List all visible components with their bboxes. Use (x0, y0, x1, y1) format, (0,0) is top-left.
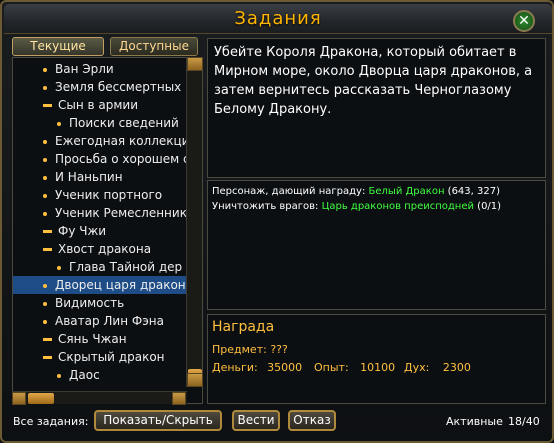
money-line: Деньги: 35000 (212, 361, 302, 374)
title-bar[interactable]: Задания ✕ (4, 4, 552, 34)
quest-tree-label: Ученик Ремесленника (55, 206, 187, 220)
bullet-icon (43, 283, 47, 288)
quest-tree-label: Фу Чжи (58, 224, 107, 238)
quest-tree-item[interactable]: Поиски сведений (13, 114, 187, 132)
quest-tree-item[interactable]: Видимость (13, 294, 187, 312)
quest-tree-item[interactable]: Сын в армии (13, 96, 187, 114)
item-value: ??? (270, 343, 288, 356)
collapse-icon[interactable] (43, 230, 52, 233)
quest-tree: Ван Эрли Земля бессмертных Сын в армии Поис… (12, 57, 203, 404)
active-count: 18/40 (508, 415, 540, 428)
reward-title: Награда (212, 319, 275, 335)
quest-tree-item[interactable]: И Наньпин (13, 168, 187, 186)
close-icon: ✕ (518, 13, 530, 29)
quest-tree-item[interactable]: Фу Чжи (13, 222, 187, 240)
bullet-icon (43, 139, 47, 144)
quest-tree-item[interactable]: Ван Эрли (13, 60, 187, 78)
close-button[interactable]: ✕ (513, 10, 535, 32)
toggle-button[interactable]: Показать/Скрыть (94, 410, 222, 431)
exp-label: Опыт: (314, 361, 349, 374)
reward-panel: Награда Предмет: ??? Деньги: 35000 Опыт:… (207, 314, 546, 404)
quest-tree-label: Сын в армии (58, 98, 139, 112)
quest-tree-label: Скрытый дракон (58, 350, 165, 364)
kill-label: Уничтожить врагов: (212, 201, 319, 212)
quest-tree-item[interactable]: Просьба о хорошем сн (13, 150, 187, 168)
quest-tree-item[interactable]: Земля бессмертных (13, 78, 187, 96)
bullet-icon (43, 175, 47, 180)
kill-progress: (0/1) (477, 201, 502, 212)
quest-tree-label: Ван Эрли (55, 62, 114, 76)
quest-tree-label: Хвост дракона (58, 242, 152, 256)
collapse-icon[interactable] (43, 338, 52, 341)
spirit-line: Дух: 2300 (404, 361, 471, 374)
quest-tree-label: Земля бессмертных (55, 80, 182, 94)
hscroll-thumb[interactable] (28, 393, 54, 404)
bullet-icon (43, 319, 47, 324)
quest-tree-item[interactable]: Глава Тайной дер (13, 258, 187, 276)
quest-tree-item[interactable]: Ученик портного (13, 186, 187, 204)
money-label: Деньги: (212, 361, 258, 374)
quest-tree-label: Аватар Лин Фэна (55, 314, 165, 328)
track-button[interactable]: Вести (232, 410, 280, 431)
kill-target[interactable]: Царь драконов преисподней (322, 201, 474, 212)
giver-line: Персонаж, дающий награду: Белый Дракон (… (212, 184, 541, 199)
quest-tree-item[interactable]: Дворец царя драконов (13, 276, 187, 294)
quest-tree-item[interactable]: Скрытый дракон (13, 348, 187, 366)
quest-tree-item[interactable]: Сянь Чжан (13, 330, 187, 348)
exp-value: 10100 (360, 361, 396, 374)
bullet-icon (43, 301, 47, 306)
collapse-icon[interactable] (43, 356, 52, 359)
bullet-icon (57, 373, 61, 378)
scroll-down-arrow[interactable] (187, 373, 203, 387)
exp-line: Опыт: 10100 (314, 361, 395, 374)
quest-tree-label: Ученик портного (55, 188, 163, 202)
item-label: Предмет: (212, 343, 267, 356)
horizontal-scrollbar[interactable] (12, 391, 187, 405)
active-label: Активные (446, 415, 503, 428)
quest-tree-label: Глава Тайной дер (69, 260, 183, 274)
scroll-up-arrow[interactable] (187, 57, 203, 71)
kill-line: Уничтожить врагов: Царь драконов преиспо… (212, 199, 541, 214)
scroll-left-arrow[interactable] (12, 392, 26, 405)
money-value: 35000 (267, 361, 303, 374)
collapse-icon[interactable] (43, 248, 52, 251)
quest-info: Персонаж, дающий награду: Белый Дракон (… (207, 180, 546, 310)
tab-available[interactable]: Доступные (110, 37, 198, 56)
quest-tree-item[interactable]: Даос (13, 366, 187, 384)
quest-tree-item[interactable]: Хвост дракона (13, 240, 187, 258)
bullet-icon (43, 85, 47, 90)
collapse-icon[interactable] (43, 104, 52, 107)
giver-label: Персонаж, дающий награду: (212, 186, 366, 197)
quest-tree-item[interactable]: Ученик Ремесленника (13, 204, 187, 222)
quest-window: Задания ✕ Текущие Доступные Ван Эрли Земл… (0, 0, 554, 443)
bullet-icon (57, 121, 61, 126)
quest-tree-item[interactable]: Ежегодная коллекция 1 (13, 132, 187, 150)
quest-tree-label: Ежегодная коллекция 1 (55, 134, 187, 148)
bullet-icon (43, 67, 47, 72)
scroll-right-arrow[interactable] (172, 392, 186, 405)
quest-tree-label: И Наньпин (55, 170, 123, 184)
all-tasks-label: Все задания: (13, 415, 89, 428)
quest-tree-item[interactable]: Аватар Лин Фэна (13, 312, 187, 330)
spirit-label: Дух: (404, 361, 430, 374)
tab-current[interactable]: Текущие (12, 37, 104, 56)
quest-tree-label: Сянь Чжан (58, 332, 127, 346)
spirit-value: 2300 (442, 361, 471, 374)
quest-tree-label: Даос (69, 368, 100, 382)
bullet-icon (43, 211, 47, 216)
bullet-icon (57, 265, 61, 270)
bullet-icon (43, 157, 47, 162)
quest-tree-label: Видимость (55, 296, 125, 310)
vertical-scrollbar[interactable] (186, 57, 203, 387)
reward-item-line: Предмет: ??? (212, 343, 288, 356)
quest-tree-label: Просьба о хорошем сн (55, 152, 187, 166)
window-title: Задания (234, 8, 322, 29)
giver-name[interactable]: Белый Дракон (369, 186, 445, 197)
abandon-button[interactable]: Отказ (288, 410, 336, 431)
quest-tree-label: Дворец царя драконов (55, 278, 187, 292)
giver-coords: (643, 327) (447, 186, 501, 197)
quest-description: Убейте Короля Дракона, который обитает в… (207, 38, 546, 178)
bullet-icon (43, 193, 47, 198)
quest-tree-label: Поиски сведений (69, 116, 179, 130)
